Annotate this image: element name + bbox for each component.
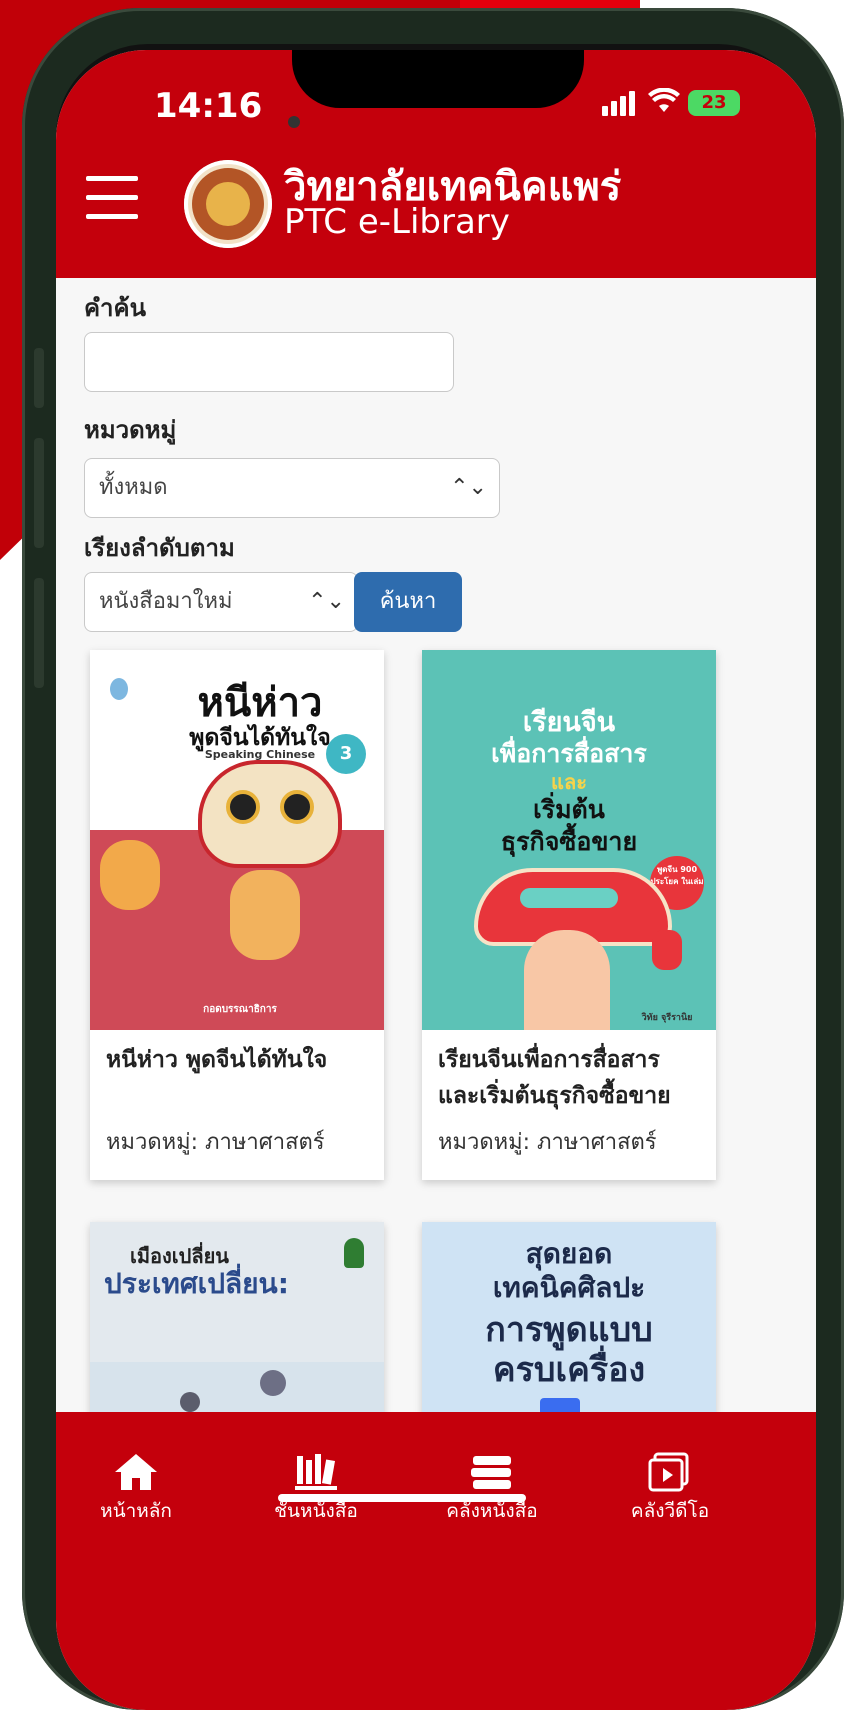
- book-title: เรียนจีนเพื่อการสื่อสาร และเริ่มต้นธุรกิ…: [438, 1047, 671, 1109]
- book-category: หมวดหมู่: ภาษาศาสตร์: [106, 1130, 325, 1155]
- category-selected-value: ทั้งหมด: [99, 475, 168, 500]
- nav-home[interactable]: หน้าหลัก: [66, 1452, 206, 1526]
- nav-video-library[interactable]: คลังวีดีโอ: [600, 1452, 740, 1526]
- lion-head-illustration: [198, 760, 342, 868]
- phone-mute-button: [34, 348, 44, 408]
- bookshelf-icon: [295, 1454, 337, 1490]
- app-screen: 14:16 23 วิทยาลัยเทคนิคแพร่ PTC e-Librar…: [56, 50, 816, 1710]
- battery-icon: 23: [688, 90, 740, 116]
- keyword-label: คำค้น: [84, 294, 146, 322]
- book-stack-icon: [471, 1456, 511, 1489]
- book-card[interactable]: สุดยอด เทคนิคศิลปะ การพูดแบบ ครบเครื่อง: [422, 1222, 716, 1422]
- university-logo: [344, 1238, 364, 1268]
- status-time: 14:16: [154, 86, 263, 126]
- app-header: 14:16 23 วิทยาลัยเทคนิคแพร่ PTC e-Librar…: [56, 50, 816, 278]
- cover-circle-decor: [180, 1392, 200, 1412]
- signal-icon: [602, 106, 608, 116]
- book-cover: สุดยอด เทคนิคศิลปะ การพูดแบบ ครบเครื่อง: [422, 1222, 716, 1422]
- status-icons: 23: [602, 86, 752, 120]
- phone-notch: [292, 50, 584, 108]
- book-card[interactable]: เรียนจีน เพื่อการสื่อสาร และ เริ่มต้น ธุ…: [422, 650, 716, 1180]
- phone-volume-down-button: [34, 578, 44, 688]
- cover-circle-decor: [260, 1370, 286, 1396]
- chevron-updown-icon: ⌃⌄: [450, 475, 487, 500]
- sort-select[interactable]: หนังสือมาใหม่ ⌃⌄: [84, 572, 358, 632]
- cover-author: วิทัย จุรีรานิย: [641, 1013, 693, 1023]
- book-title: หนีห่าว พูดจีนได้ทันใจ: [106, 1047, 328, 1073]
- phone-volume-up-button: [34, 438, 44, 548]
- cover-emblem: [110, 678, 128, 700]
- sort-label: เรียงลำดับตาม: [84, 534, 235, 562]
- tiger-illustration: [100, 840, 160, 910]
- home-icon: [115, 1454, 157, 1490]
- bottom-navigation: หน้าหลัก ชั้นหนังสือ คลังหนังสือ คลังวีด…: [56, 1412, 816, 1710]
- front-camera: [288, 116, 300, 128]
- signal-bar: [611, 101, 617, 116]
- nav-bookshelf[interactable]: ชั้นหนังสือ: [246, 1452, 386, 1526]
- app-title-english: PTC e-Library: [284, 202, 510, 242]
- sort-selected-value: หนังสือมาใหม่: [99, 589, 233, 614]
- nav-home-label: หน้าหลัก: [100, 1500, 172, 1522]
- lion-eye: [280, 790, 314, 824]
- signal-bar: [629, 91, 635, 116]
- category-select[interactable]: ทั้งหมด ⌃⌄: [84, 458, 500, 518]
- home-indicator: [278, 1494, 526, 1502]
- book-cover: เมืองเปลี่ยน ประเทศเปลี่ยน:: [90, 1222, 384, 1422]
- cover-publisher: กอดบรรณาธิการ: [203, 1004, 277, 1015]
- child-illustration: [524, 930, 610, 1030]
- wifi-icon: [648, 87, 680, 120]
- tiger-illustration: [230, 870, 300, 960]
- chevron-updown-icon: ⌃⌄: [308, 589, 345, 614]
- menu-button[interactable]: [86, 176, 138, 220]
- lion-eye: [226, 790, 260, 824]
- nav-bookshelf-label: ชั้นหนังสือ: [274, 1500, 358, 1522]
- cover-subtitle: ครบเครื่อง: [492, 1350, 646, 1390]
- book-cover: เรียนจีน เพื่อการสื่อสาร และ เริ่มต้น ธุ…: [422, 650, 716, 1030]
- cover-volume-badge: 3: [326, 734, 366, 774]
- signal-bar: [620, 96, 626, 116]
- nav-video-library-label: คลังวีดีโอ: [630, 1500, 710, 1522]
- book-cover: หนีห่าว พูดจีนได้ทันใจ Speaking Chinese …: [90, 650, 384, 1030]
- nav-book-library-label: คลังหนังสือ: [446, 1500, 538, 1522]
- book-category: หมวดหมู่: ภาษาศาสตร์: [438, 1130, 657, 1155]
- book-card[interactable]: หนีห่าว พูดจีนได้ทันใจ Speaking Chinese …: [90, 650, 384, 1180]
- college-logo: [184, 160, 272, 248]
- category-label: หมวดหมู่: [84, 416, 177, 444]
- video-library-icon: [648, 1452, 689, 1492]
- nav-book-library[interactable]: คลังหนังสือ: [422, 1452, 562, 1526]
- book-card[interactable]: เมืองเปลี่ยน ประเทศเปลี่ยน:: [90, 1222, 384, 1422]
- keyword-input[interactable]: [84, 332, 454, 392]
- cover-subtitle: ประเทศเปลี่ยน:: [104, 1267, 289, 1300]
- lantern-illustration: [652, 930, 682, 970]
- search-button[interactable]: ค้นหา: [354, 572, 462, 632]
- lion-eyes: [520, 888, 618, 908]
